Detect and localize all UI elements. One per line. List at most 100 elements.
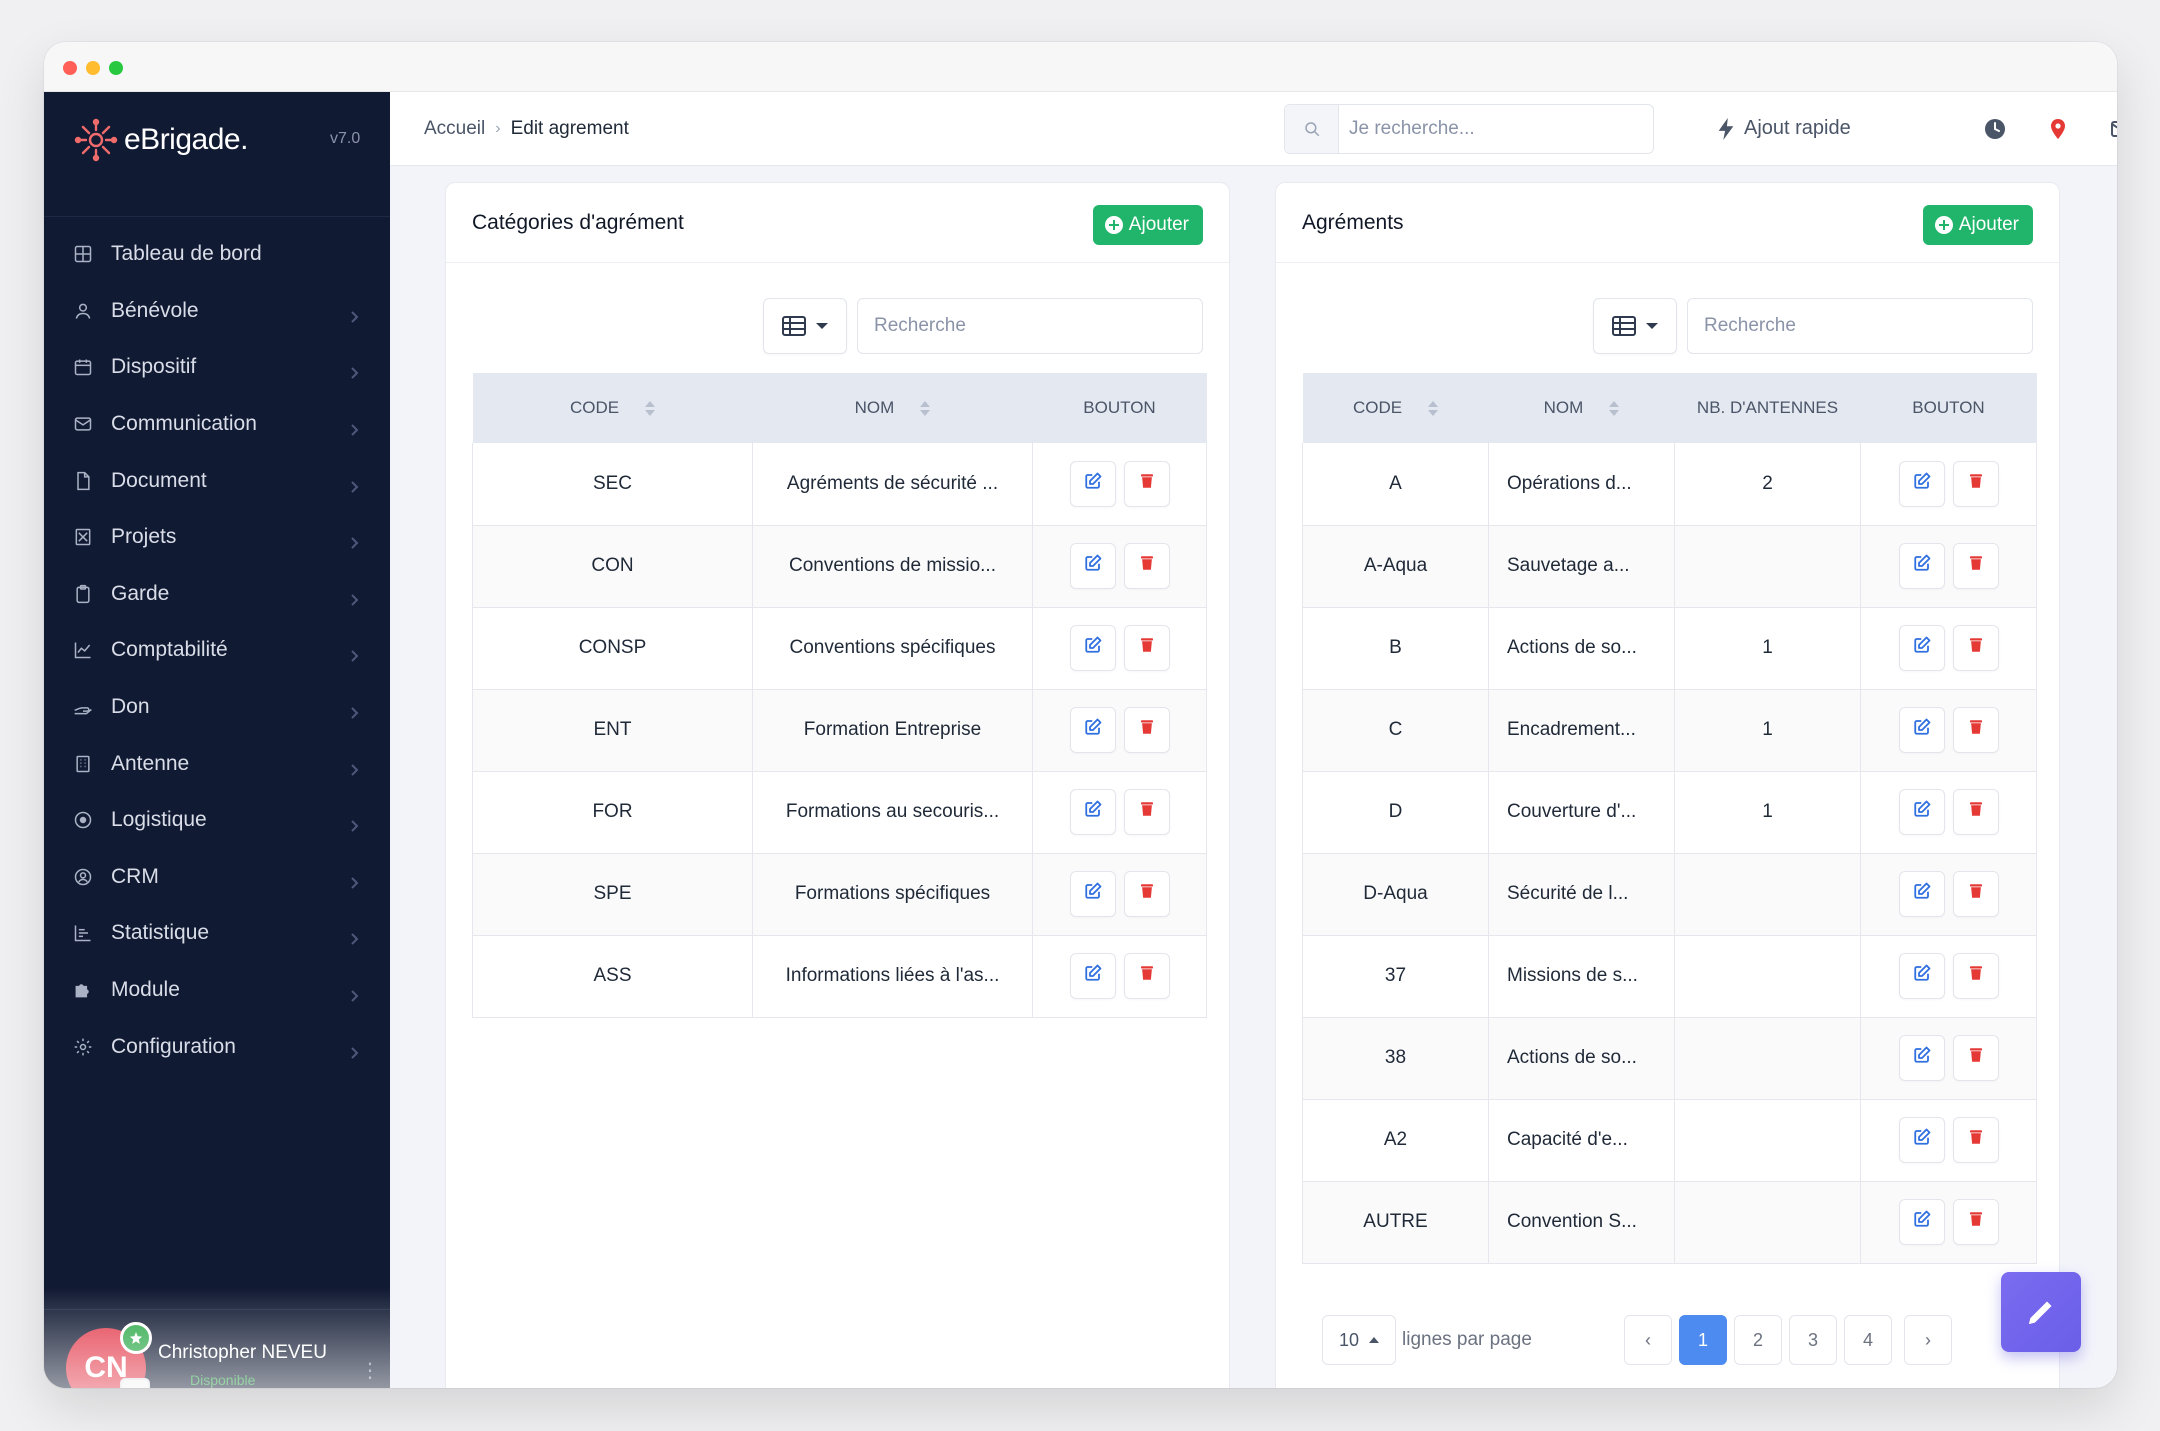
sort-icon[interactable] xyxy=(920,400,931,417)
table-row[interactable]: CONSP Conventions spécifiques xyxy=(472,606,1207,690)
table-row[interactable]: 37 Missions de s... xyxy=(1302,934,2037,1018)
delete-button[interactable] xyxy=(1952,953,1999,999)
add-category-button[interactable]: Ajouter xyxy=(1092,205,1203,245)
delete-button[interactable] xyxy=(1952,1035,1999,1081)
table-row[interactable]: FOR Formations au secouris... xyxy=(472,770,1207,854)
table-row[interactable]: D Couverture d'... 1 xyxy=(1302,770,2037,854)
user-card[interactable]: CN Christopher NEVEU Disponible ⋮ xyxy=(66,1322,380,1388)
edit-button[interactable] xyxy=(1069,625,1116,671)
table-row[interactable]: SPE Formations spécifiques xyxy=(472,852,1207,936)
search-input[interactable] xyxy=(1349,115,1639,143)
edit-button[interactable] xyxy=(1898,707,1945,753)
page-button[interactable]: 2 xyxy=(1734,1315,1782,1365)
search-icon[interactable] xyxy=(1285,105,1339,153)
edit-button[interactable] xyxy=(1898,1199,1945,1245)
edit-button[interactable] xyxy=(1069,871,1116,917)
table-row[interactable]: AUTRE Convention S... xyxy=(1302,1180,2037,1264)
mail-icon[interactable] xyxy=(2108,116,2117,142)
page-button[interactable]: 3 xyxy=(1789,1315,1837,1365)
table-row[interactable]: A-Aqua Sauvetage a... xyxy=(1302,524,2037,608)
sidebar-item-configuration[interactable]: Configuration xyxy=(44,1018,390,1075)
prev-page-button[interactable]: ‹ xyxy=(1624,1315,1672,1365)
sort-icon[interactable] xyxy=(645,400,656,417)
edit-button[interactable] xyxy=(1069,789,1116,835)
delete-button[interactable] xyxy=(1952,871,1999,917)
delete-button[interactable] xyxy=(1952,789,1999,835)
quick-add-button[interactable]: Ajout rapide xyxy=(1716,117,1851,140)
delete-button[interactable] xyxy=(1123,707,1170,753)
sort-icon[interactable] xyxy=(1609,400,1620,417)
edit-button[interactable] xyxy=(1069,707,1116,753)
clock-icon[interactable] xyxy=(1982,116,2008,142)
more-icon[interactable]: ⋮ xyxy=(360,1358,380,1383)
sidebar-item-antenne[interactable]: Antenne xyxy=(44,735,390,792)
next-page-button[interactable]: › xyxy=(1904,1315,1952,1365)
sidebar-item-don[interactable]: Don xyxy=(44,679,390,736)
column-header-nom[interactable]: NOM xyxy=(1488,373,1675,443)
table-row[interactable]: B Actions de so... 1 xyxy=(1302,606,2037,690)
table-search-input[interactable] xyxy=(857,298,1203,354)
table-row[interactable]: CON Conventions de missio... xyxy=(472,524,1207,608)
sidebar-item-comptabilite[interactable]: Comptabilité xyxy=(44,622,390,679)
sidebar-item-dispositif[interactable]: Dispositif xyxy=(44,339,390,396)
sidebar-item-logistique[interactable]: Logistique xyxy=(44,792,390,849)
edit-button[interactable] xyxy=(1069,953,1116,999)
window-maximize-button[interactable] xyxy=(109,61,123,75)
page-button[interactable]: 4 xyxy=(1844,1315,1892,1365)
table-row[interactable]: A Opérations d... 2 xyxy=(1302,443,2037,526)
add-agrement-button[interactable]: Ajouter xyxy=(1922,205,2033,245)
column-header-code[interactable]: CODE xyxy=(472,373,753,443)
edit-button[interactable] xyxy=(1898,1035,1945,1081)
delete-button[interactable] xyxy=(1952,543,1999,589)
table-row[interactable]: ENT Formation Entreprise xyxy=(472,688,1207,772)
sidebar-item-crm[interactable]: CRM xyxy=(44,849,390,906)
table-row[interactable]: ASS Informations liées à l'as... xyxy=(472,934,1207,1018)
table-row[interactable]: D-Aqua Sécurité de l... xyxy=(1302,852,2037,936)
delete-button[interactable] xyxy=(1952,1199,1999,1245)
sidebar-item-garde[interactable]: Garde xyxy=(44,566,390,623)
column-toggle-button[interactable] xyxy=(763,298,847,354)
table-search-input[interactable] xyxy=(1687,298,2033,354)
window-close-button[interactable] xyxy=(63,61,77,75)
column-toggle-button[interactable] xyxy=(1593,298,1677,354)
sidebar-item-benevole[interactable]: Bénévole xyxy=(44,283,390,340)
breadcrumb-home-link[interactable]: Accueil xyxy=(424,118,485,140)
delete-button[interactable] xyxy=(1123,625,1170,671)
edit-button[interactable] xyxy=(1898,625,1945,671)
sidebar-item-tableau-de-bord[interactable]: Tableau de bord xyxy=(44,226,390,283)
edit-fab-button[interactable] xyxy=(2001,1272,2081,1352)
column-header-nom[interactable]: NOM xyxy=(752,373,1033,443)
sidebar-item-document[interactable]: Document xyxy=(44,452,390,509)
delete-button[interactable] xyxy=(1952,707,1999,753)
table-row[interactable]: C Encadrement... 1 xyxy=(1302,688,2037,772)
delete-button[interactable] xyxy=(1123,789,1170,835)
sidebar-item-projets[interactable]: Projets xyxy=(44,509,390,566)
sidebar-item-module[interactable]: Module xyxy=(44,962,390,1019)
sidebar-item-communication[interactable]: Communication xyxy=(44,396,390,453)
delete-button[interactable] xyxy=(1123,543,1170,589)
edit-button[interactable] xyxy=(1898,871,1945,917)
sort-icon[interactable] xyxy=(1428,400,1439,417)
page-button[interactable]: 1 xyxy=(1679,1315,1727,1365)
edit-button[interactable] xyxy=(1898,1117,1945,1163)
delete-button[interactable] xyxy=(1123,953,1170,999)
table-row[interactable]: 38 Actions de so... xyxy=(1302,1016,2037,1100)
edit-button[interactable] xyxy=(1069,460,1116,507)
edit-button[interactable] xyxy=(1069,543,1116,589)
map-pin-icon[interactable] xyxy=(2045,116,2071,142)
delete-button[interactable] xyxy=(1123,460,1170,507)
edit-button[interactable] xyxy=(1898,953,1945,999)
table-row[interactable]: SEC Agréments de sécurité ... xyxy=(472,443,1207,526)
delete-button[interactable] xyxy=(1952,625,1999,671)
delete-button[interactable] xyxy=(1952,460,1999,507)
edit-button[interactable] xyxy=(1898,460,1945,507)
edit-button[interactable] xyxy=(1898,789,1945,835)
sidebar-item-statistique[interactable]: Statistique xyxy=(44,905,390,962)
edit-button[interactable] xyxy=(1898,543,1945,589)
per-page-select[interactable]: 10 xyxy=(1322,1315,1396,1365)
window-minimize-button[interactable] xyxy=(86,61,100,75)
delete-button[interactable] xyxy=(1952,1117,1999,1163)
column-header-code[interactable]: CODE xyxy=(1302,373,1489,443)
brand[interactable]: eBrigade. xyxy=(74,116,248,164)
table-row[interactable]: A2 Capacité d'e... xyxy=(1302,1098,2037,1182)
